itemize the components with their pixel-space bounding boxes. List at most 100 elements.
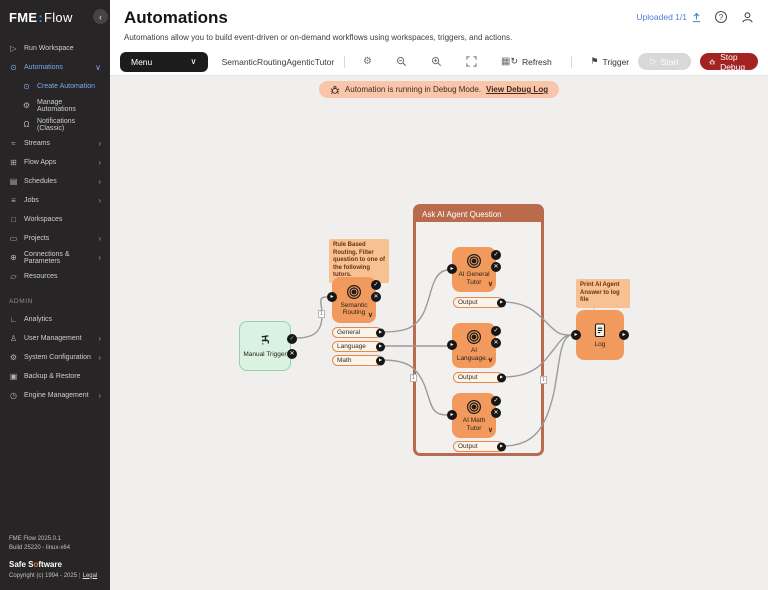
settings-icon[interactable] bbox=[363, 56, 372, 67]
view-debug-log-link[interactable]: View Debug Log bbox=[486, 85, 548, 94]
chevron-down-icon[interactable] bbox=[488, 280, 493, 288]
sidebar-item-backup-restore[interactable]: Backup & Restore bbox=[0, 367, 110, 386]
sidebar-item-create-automation[interactable]: Create Automation bbox=[0, 77, 110, 96]
user-icon bbox=[9, 334, 18, 343]
node-ai-general-tutor[interactable]: AI General Tutor bbox=[447, 247, 501, 292]
list-icon bbox=[9, 196, 18, 205]
grid-icon[interactable] bbox=[501, 56, 510, 67]
output-port[interactable] bbox=[376, 328, 385, 337]
apps-icon bbox=[9, 158, 18, 167]
input-port[interactable] bbox=[571, 330, 581, 340]
stop-debug-button[interactable]: Stop Debug bbox=[699, 52, 758, 72]
wire-count-badge: 1 bbox=[318, 310, 325, 318]
node-log[interactable]: Log bbox=[571, 310, 629, 360]
chevron-right-icon: › bbox=[98, 391, 101, 400]
node-ai-language-tutor[interactable]: AI Language... bbox=[447, 323, 501, 368]
copyright-text: Copyright (c) 1994 - 2025 | Legal bbox=[9, 572, 98, 579]
banner-text: Automation is running in Debug Mode. bbox=[344, 85, 482, 94]
input-port[interactable] bbox=[447, 264, 457, 274]
sidebar-collapse-button[interactable]: ‹ bbox=[93, 9, 108, 24]
failure-port[interactable] bbox=[491, 338, 501, 348]
sidebar-item-analytics[interactable]: Analytics bbox=[0, 310, 110, 329]
failure-port[interactable] bbox=[287, 349, 297, 359]
main-area: Automations Automations allow you to bui… bbox=[110, 0, 768, 590]
sidebar-item-run-workspace[interactable]: Run Workspace bbox=[0, 39, 110, 58]
output-port[interactable] bbox=[376, 356, 385, 365]
node-manual-trigger[interactable]: Manual Trigger bbox=[239, 321, 297, 371]
workflow-canvas[interactable]: Automation is running in Debug Mode. Vie… bbox=[110, 76, 768, 590]
chevron-right-icon: › bbox=[98, 139, 101, 148]
sidebar-item-resources[interactable]: Resources bbox=[0, 267, 110, 286]
fit-view-icon[interactable] bbox=[466, 56, 477, 67]
annotation-rule-based-routing[interactable]: Rule Based Routing. Filter question to o… bbox=[329, 239, 389, 284]
sidebar-item-projects[interactable]: Projects › bbox=[0, 229, 110, 248]
success-port[interactable] bbox=[491, 396, 501, 406]
sidebar-item-workspaces[interactable]: Workspaces bbox=[0, 210, 110, 229]
node-ai-math-tutor[interactable]: AI Math Tutor bbox=[447, 393, 501, 438]
chart-icon bbox=[9, 315, 18, 324]
success-port[interactable] bbox=[491, 326, 501, 336]
ai-spiral-icon bbox=[346, 284, 362, 299]
output-pill-general[interactable]: General bbox=[332, 327, 385, 338]
nodes-icon bbox=[22, 82, 31, 91]
success-port[interactable] bbox=[491, 250, 501, 260]
refresh-button[interactable]: Refresh bbox=[510, 56, 552, 67]
output-port[interactable] bbox=[497, 442, 506, 451]
sidebar-item-schedules[interactable]: Schedules › bbox=[0, 172, 110, 191]
sidebar-item-flow-apps[interactable]: Flow Apps › bbox=[0, 153, 110, 172]
menu-button[interactable]: Menu bbox=[120, 51, 208, 72]
input-port[interactable] bbox=[447, 340, 457, 350]
chevron-right-icon: › bbox=[98, 158, 101, 167]
uploaded-status[interactable]: Uploaded 1/1 bbox=[636, 12, 702, 23]
sidebar-item-notifications-classic[interactable]: Notifications (Classic) bbox=[0, 115, 110, 134]
output-port[interactable] bbox=[376, 342, 385, 351]
chevron-down-icon[interactable] bbox=[488, 426, 493, 434]
gear-icon bbox=[22, 101, 31, 110]
failure-port[interactable] bbox=[491, 262, 501, 272]
build-text: Build 25220 - linux-x64 bbox=[9, 545, 71, 552]
folder-icon bbox=[9, 272, 18, 281]
sidebar-item-user-management[interactable]: User Management › bbox=[0, 329, 110, 348]
output-pill[interactable]: Output bbox=[453, 297, 506, 308]
output-port[interactable] bbox=[497, 373, 506, 382]
sidebar-item-jobs[interactable]: Jobs › bbox=[0, 191, 110, 210]
legal-link[interactable]: Legal bbox=[83, 573, 98, 579]
output-pill[interactable]: Output bbox=[453, 372, 506, 383]
trigger-button[interactable]: Trigger bbox=[590, 56, 630, 67]
zoom-out-icon[interactable] bbox=[396, 56, 407, 67]
input-port[interactable] bbox=[327, 292, 337, 302]
node-semantic-routing[interactable]: Semantic Routing bbox=[327, 277, 381, 323]
chevron-down-icon[interactable] bbox=[368, 311, 373, 319]
sidebar-item-engine-management[interactable]: Engine Management › bbox=[0, 386, 110, 405]
sidebar-item-automations[interactable]: Automations ∨ bbox=[0, 58, 110, 77]
failure-port[interactable] bbox=[371, 292, 381, 302]
sidebar-item-connections-parameters[interactable]: Connections & Parameters › bbox=[0, 248, 110, 267]
question-icon bbox=[715, 11, 727, 23]
zoom-in-icon[interactable] bbox=[431, 56, 442, 67]
divider bbox=[344, 55, 346, 68]
user-menu-button[interactable] bbox=[740, 10, 754, 24]
output-port[interactable] bbox=[619, 330, 629, 340]
output-pill[interactable]: Output bbox=[453, 441, 506, 452]
safe-software-brand: Safe Software bbox=[9, 560, 62, 570]
start-button[interactable]: Start bbox=[638, 53, 691, 70]
version-text: FME Flow 2025.0.1 bbox=[9, 535, 62, 542]
wire-count-badge: 1 bbox=[540, 376, 547, 384]
success-port[interactable] bbox=[371, 280, 381, 290]
output-pill-math[interactable]: Math bbox=[332, 355, 385, 366]
help-button[interactable] bbox=[714, 10, 728, 24]
chevron-down-icon[interactable] bbox=[488, 356, 493, 364]
output-pill-language[interactable]: Language bbox=[332, 341, 385, 352]
sidebar-item-streams[interactable]: Streams › bbox=[0, 134, 110, 153]
input-port[interactable] bbox=[447, 410, 457, 420]
annotation-print-answer[interactable]: Print AI Agent Answer to log file bbox=[576, 279, 630, 309]
failure-port[interactable] bbox=[491, 408, 501, 418]
sidebar-item-system-configuration[interactable]: System Configuration › bbox=[0, 348, 110, 367]
play-icon bbox=[650, 56, 657, 67]
streams-icon bbox=[9, 139, 18, 148]
calendar-icon bbox=[9, 177, 18, 186]
success-port[interactable] bbox=[287, 334, 297, 344]
plug-icon bbox=[9, 253, 18, 262]
sidebar-item-manage-automations[interactable]: Manage Automations bbox=[0, 96, 110, 115]
output-port[interactable] bbox=[497, 298, 506, 307]
